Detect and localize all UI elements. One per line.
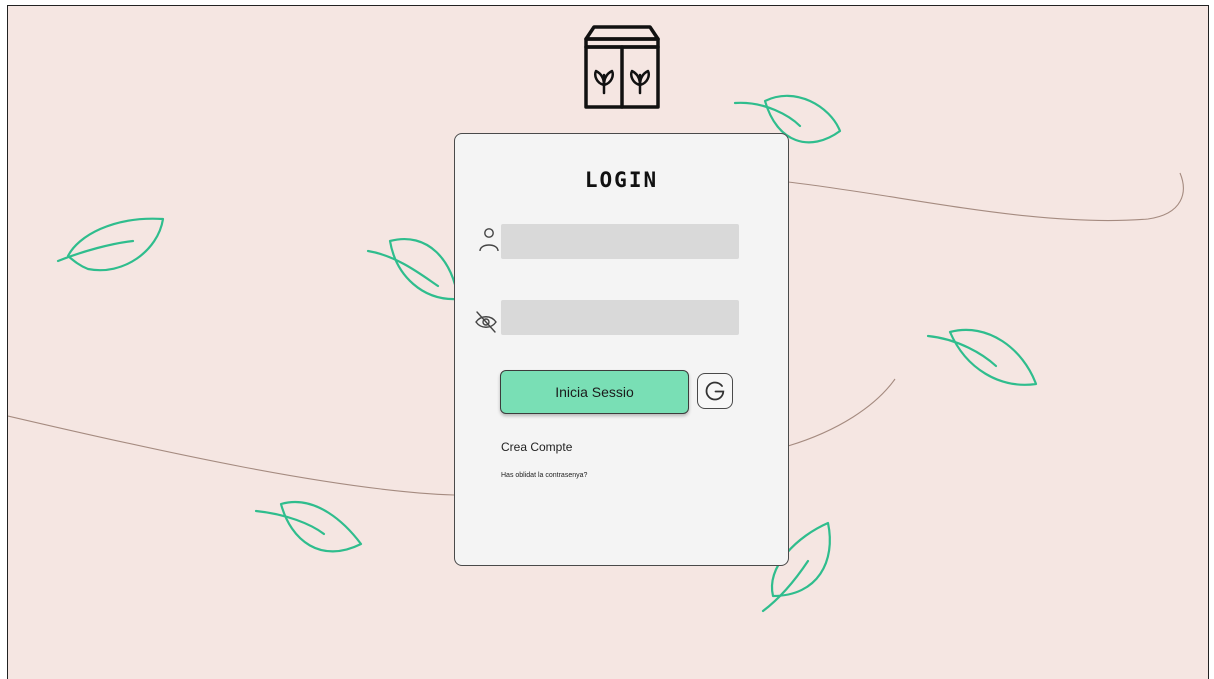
password-input[interactable]	[501, 300, 739, 335]
vine-line	[787, 172, 1184, 222]
login-screen: LOGIN Inicia Sessio Crea Compte Has obli…	[7, 5, 1209, 679]
user-icon	[479, 228, 499, 252]
google-icon	[705, 381, 725, 401]
create-account-link[interactable]: Crea Compte	[501, 440, 572, 454]
login-button[interactable]: Inicia Sessio	[500, 370, 689, 414]
leaf-icon	[926, 328, 1038, 386]
forgot-password-link[interactable]: Has oblidat la contrasenya?	[501, 472, 587, 479]
google-login-button[interactable]	[697, 373, 733, 409]
plant-shop-logo-icon	[584, 25, 660, 109]
eye-off-icon[interactable]	[473, 307, 499, 337]
leaf-icon	[366, 238, 460, 301]
vine-line	[8, 415, 455, 496]
leaf-icon	[56, 217, 165, 272]
login-title: LOGIN	[584, 168, 659, 192]
leaf-icon	[254, 501, 363, 553]
username-input[interactable]	[501, 224, 739, 259]
login-card: LOGIN Inicia Sessio Crea Compte Has obli…	[454, 133, 789, 566]
vine-line	[787, 378, 896, 447]
